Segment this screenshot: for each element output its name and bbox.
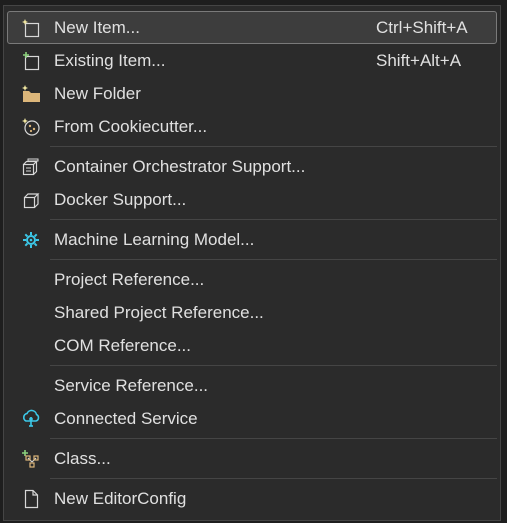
new-item-icon — [8, 11, 54, 44]
class-icon — [8, 442, 54, 475]
menu-item-com-reference[interactable]: COM Reference... — [7, 329, 497, 362]
menu-item-label: Machine Learning Model... — [54, 229, 255, 249]
connected-service-icon — [8, 402, 54, 435]
menu-item-from-cookiecutter[interactable]: From Cookiecutter... — [7, 110, 497, 143]
shortcut-label: Ctrl+Shift+A — [376, 17, 468, 37]
docker-icon — [8, 183, 54, 216]
menu-item-label: Service Reference... — [54, 375, 209, 395]
container-orchestrator-icon — [8, 150, 54, 183]
menu-separator — [50, 146, 497, 147]
existing-item-icon — [8, 44, 54, 77]
menu-item-label: Connected Service — [54, 408, 198, 428]
menu-item-class[interactable]: Class... — [7, 442, 497, 475]
menu-item-label: COM Reference... — [54, 335, 191, 355]
machine-learning-icon — [8, 223, 54, 256]
menu-item-shared-project-reference[interactable]: Shared Project Reference... — [7, 296, 497, 329]
cookiecutter-icon — [8, 110, 54, 143]
menu-item-service-reference[interactable]: Service Reference... — [7, 369, 497, 402]
menu-item-existing-item[interactable]: Existing Item... Shift+Alt+A — [7, 44, 497, 77]
menu-item-label: Shared Project Reference... — [54, 302, 264, 322]
menu-item-machine-learning-model[interactable]: Machine Learning Model... — [7, 223, 497, 256]
shortcut-label: Shift+Alt+A — [376, 50, 462, 70]
menu-item-new-folder[interactable]: New Folder — [7, 77, 497, 110]
menu-item-label: Container Orchestrator Support... — [54, 156, 306, 176]
menu-separator — [50, 438, 497, 439]
menu-item-label: Class... — [54, 448, 111, 468]
menu-item-project-reference[interactable]: Project Reference... — [7, 263, 497, 296]
menu-item-label: New EditorConfig — [54, 488, 187, 508]
add-context-menu: New Item... Ctrl+Shift+A Existing Item..… — [3, 5, 501, 521]
menu-separator — [50, 219, 497, 220]
editorconfig-file-icon — [8, 482, 54, 515]
menu-item-connected-service[interactable]: Connected Service — [7, 402, 497, 435]
menu-item-new-item[interactable]: New Item... Ctrl+Shift+A — [7, 11, 497, 44]
menu-item-new-editorconfig[interactable]: New EditorConfig — [7, 482, 497, 515]
menu-item-label: From Cookiecutter... — [54, 116, 208, 136]
menu-item-container-orchestrator[interactable]: Container Orchestrator Support... — [7, 150, 497, 183]
menu-item-label: Project Reference... — [54, 269, 205, 289]
menu-separator — [50, 365, 497, 366]
menu-item-label: New Folder — [54, 83, 141, 103]
new-folder-icon — [8, 77, 54, 110]
menu-item-label: Docker Support... — [54, 189, 187, 209]
menu-separator — [50, 478, 497, 479]
menu-item-docker-support[interactable]: Docker Support... — [7, 183, 497, 216]
menu-separator — [50, 259, 497, 260]
